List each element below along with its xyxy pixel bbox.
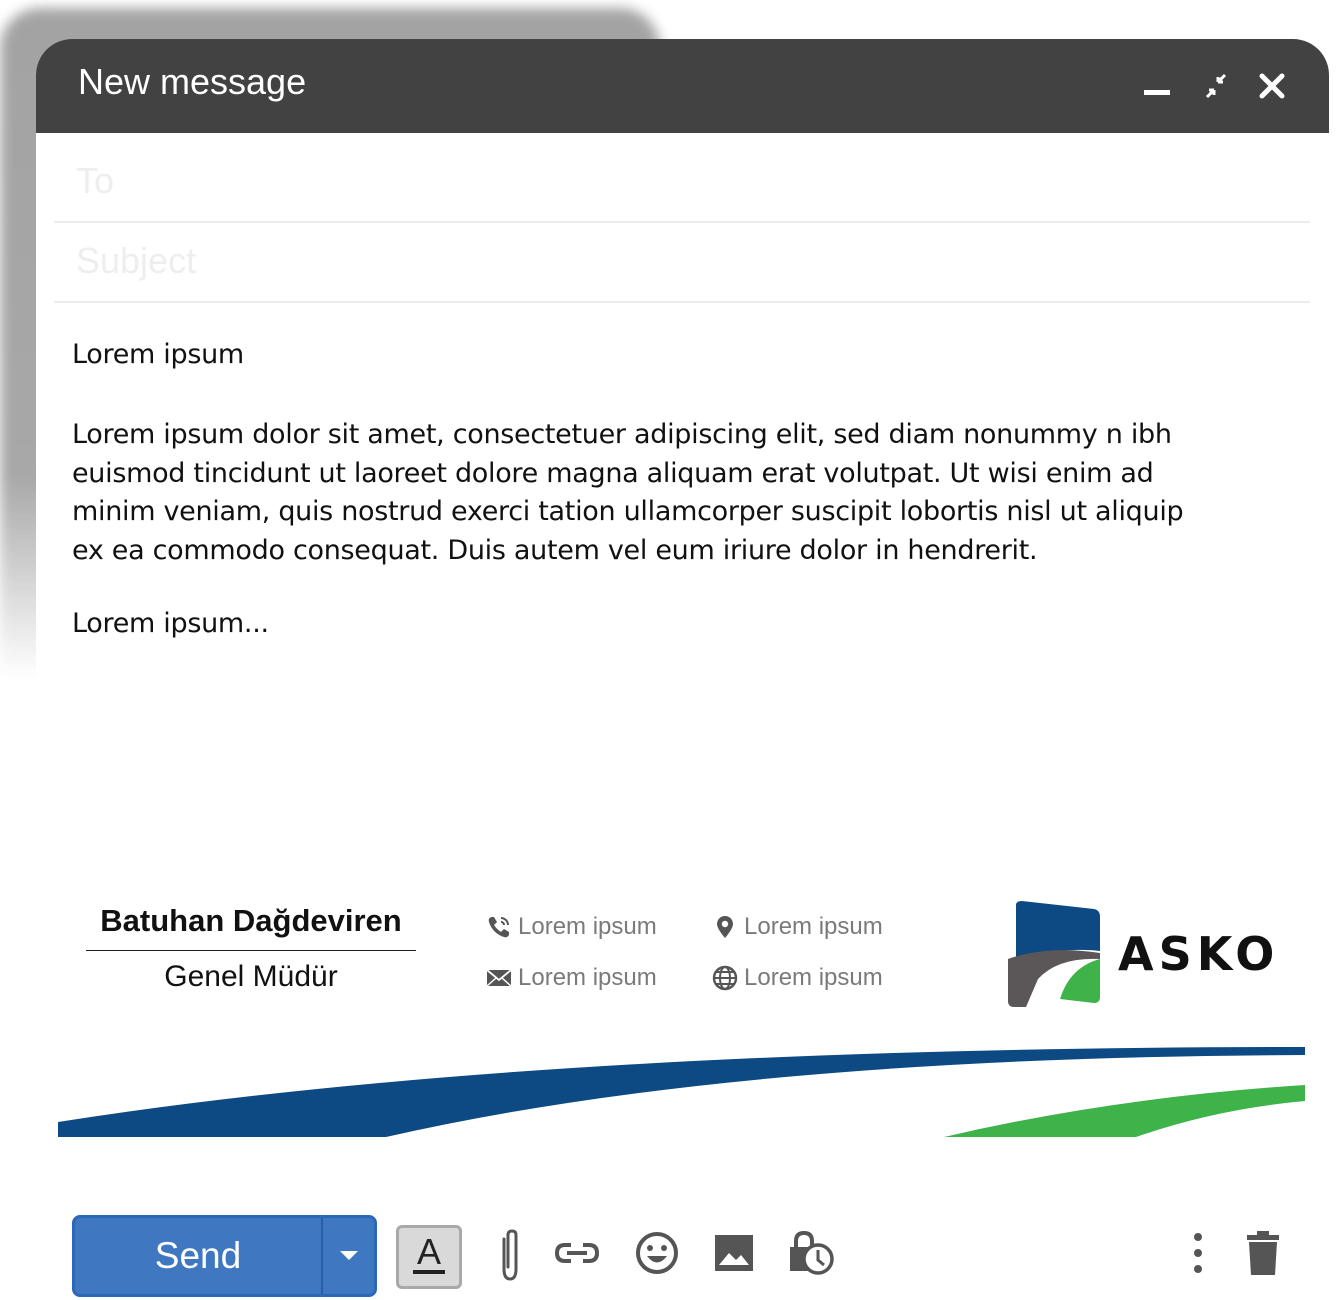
- caret-down-icon: [340, 1250, 358, 1260]
- signature-location: Lorem ipsum: [712, 912, 883, 942]
- send-button-group: Send: [72, 1215, 377, 1297]
- image-icon: [715, 1235, 753, 1271]
- signature-name: Batuhan Dağdeviren: [100, 903, 402, 938]
- emoji-button[interactable]: [633, 1229, 681, 1277]
- send-options-button[interactable]: [324, 1218, 374, 1294]
- signature-divider: [86, 950, 416, 951]
- signature-phone-text: Lorem ipsum: [518, 913, 657, 940]
- delete-button[interactable]: [1239, 1229, 1287, 1277]
- window-title: New message: [78, 61, 307, 102]
- confidential-button[interactable]: [786, 1229, 834, 1277]
- send-divider: [321, 1218, 323, 1294]
- subject-input[interactable]: [76, 223, 1276, 299]
- email-compose-screen: New message Lorem ipsum Lorem: [0, 0, 1339, 1300]
- signature-swoosh: [58, 1047, 1305, 1137]
- body-closing[interactable]: Lorem ipsum...: [72, 608, 269, 639]
- phone-icon: [488, 917, 509, 938]
- signature-email-text: Lorem ipsum: [518, 964, 657, 991]
- asko-logo-mark: [1008, 901, 1104, 1007]
- emoji-icon: [636, 1232, 678, 1274]
- mail-icon: [486, 969, 512, 987]
- body-paragraph[interactable]: Lorem ipsum dolor sit amet, consectetuer…: [72, 416, 1192, 570]
- link-button[interactable]: [553, 1229, 601, 1277]
- image-button[interactable]: [710, 1229, 758, 1277]
- signature-email: Lorem ipsum: [486, 963, 657, 993]
- more-options-button[interactable]: [1174, 1229, 1222, 1277]
- signature-role: Genel Müdür: [164, 960, 338, 993]
- signature-location-text: Lorem ipsum: [744, 913, 883, 940]
- asko-logo-text: ASKO: [1118, 927, 1280, 981]
- minimize-icon[interactable]: [1140, 69, 1174, 103]
- subject-field: [54, 223, 1310, 303]
- to-input[interactable]: [76, 143, 1276, 219]
- title-bar: New message: [36, 39, 1329, 133]
- to-field: [54, 143, 1310, 223]
- send-button[interactable]: Send: [75, 1218, 321, 1294]
- location-pin-icon: [717, 916, 733, 938]
- exit-fullscreen-icon[interactable]: [1199, 69, 1233, 103]
- confidential-icon: [790, 1230, 834, 1275]
- formatting-icon: A: [413, 1231, 445, 1274]
- body-greeting[interactable]: Lorem ipsum: [72, 339, 244, 370]
- delete-icon: [1247, 1231, 1279, 1275]
- compose-window: New message Lorem ipsum Lorem: [36, 39, 1329, 1300]
- attach-button[interactable]: [486, 1229, 534, 1281]
- close-icon[interactable]: [1255, 69, 1289, 103]
- link-icon: [554, 1243, 600, 1263]
- globe-icon: [712, 965, 738, 991]
- attach-icon: [502, 1229, 518, 1281]
- signature-website-text: Lorem ipsum: [744, 964, 883, 991]
- more-options-icon: [1194, 1233, 1202, 1273]
- formatting-button[interactable]: A: [396, 1225, 462, 1289]
- signature-website: Lorem ipsum: [712, 963, 883, 993]
- signature-phone: Lorem ipsum: [486, 912, 657, 942]
- format-label: A: [417, 1231, 441, 1272]
